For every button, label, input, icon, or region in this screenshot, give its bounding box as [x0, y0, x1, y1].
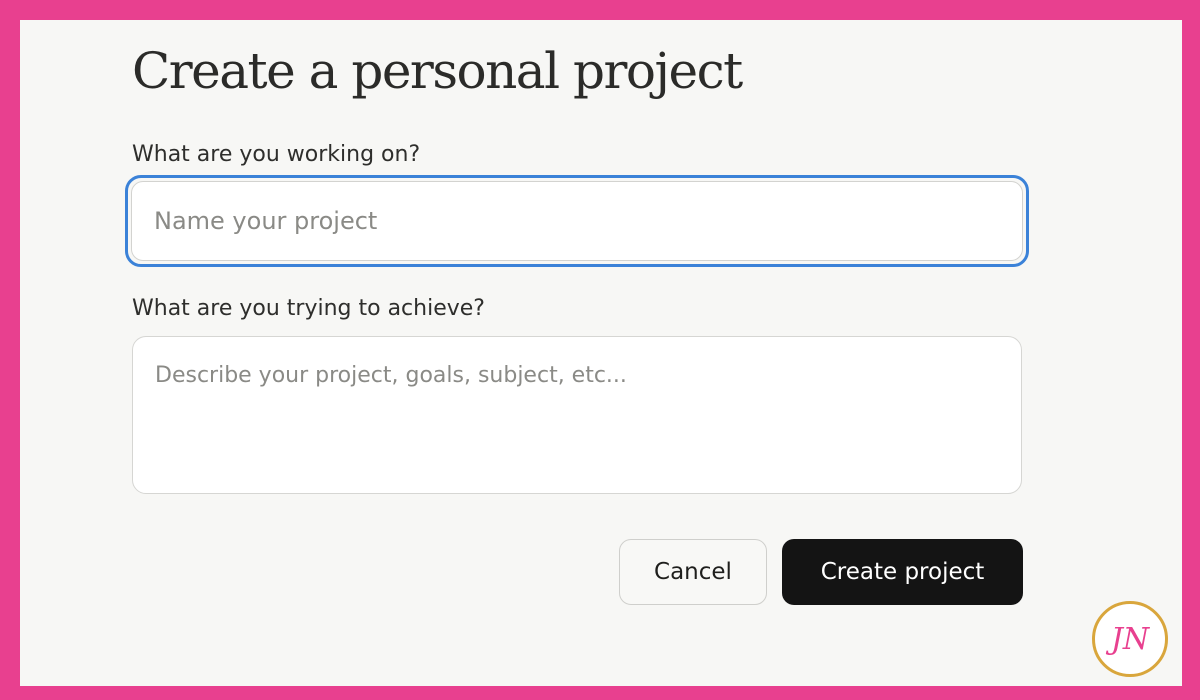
create-project-dialog: Create a personal project What are you w…: [20, 20, 1182, 686]
project-name-label: What are you working on?: [132, 142, 421, 167]
cancel-button[interactable]: Cancel: [619, 539, 767, 605]
jn-monogram-logo: JN: [1092, 601, 1168, 677]
project-goal-label: What are you trying to achieve?: [132, 296, 485, 321]
dialog-title: Create a personal project: [132, 42, 743, 100]
project-name-focus-ring: [125, 175, 1029, 267]
create-project-button[interactable]: Create project: [782, 539, 1023, 605]
jn-monogram-icon: JN: [1105, 622, 1151, 657]
logo-letters: JN: [1105, 622, 1151, 657]
project-goal-textarea[interactable]: [132, 336, 1022, 494]
project-name-input[interactable]: [131, 181, 1023, 261]
